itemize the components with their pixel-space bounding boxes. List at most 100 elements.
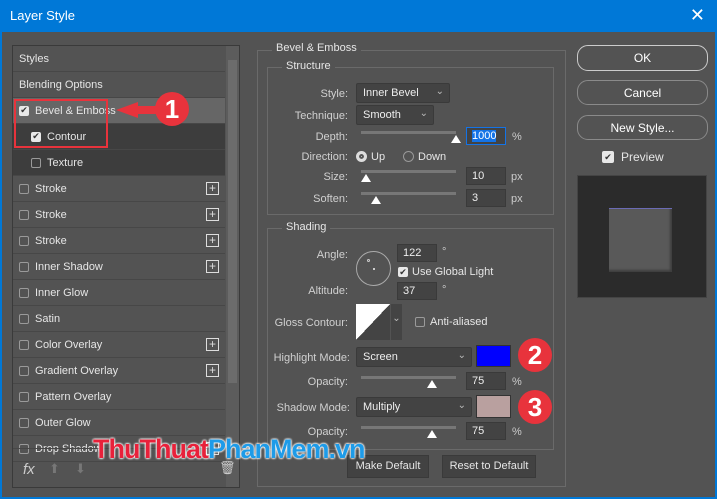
technique-select[interactable]: Smooth ⌄ (356, 105, 434, 125)
styles-list-item-label: Pattern Overlay (35, 390, 112, 403)
fx-button[interactable]: fx (23, 461, 35, 478)
close-icon[interactable]: ✕ (690, 5, 705, 26)
styles-list-item[interactable]: Texture (13, 150, 225, 176)
scrollbar-thumb[interactable] (228, 60, 237, 383)
styles-list-item[interactable]: Inner Shadow + (13, 254, 225, 280)
checkbox[interactable] (19, 417, 29, 428)
soften-label: Soften: (313, 193, 348, 205)
preview-canvas (577, 175, 707, 298)
styles-list-item[interactable]: Inner Glow (13, 280, 225, 306)
styles-list-item[interactable]: Outer Glow (13, 410, 225, 436)
styles-list-item[interactable]: Gradient Overlay + (13, 358, 225, 384)
plus-icon[interactable]: + (206, 208, 219, 221)
plus-icon[interactable]: + (206, 182, 219, 195)
checkbox[interactable] (19, 261, 29, 272)
styles-list-item[interactable]: Satin (13, 306, 225, 332)
depth-label: Depth: (315, 131, 348, 143)
highlight-color-swatch[interactable] (476, 345, 511, 367)
shadow-opacity-input[interactable]: 75 (466, 422, 506, 440)
altitude-label: Altitude: (308, 285, 348, 297)
title-bar: Layer Style ✕ (0, 0, 717, 32)
checkbox[interactable] (19, 183, 29, 194)
reset-to-default-button[interactable]: Reset to Default (442, 455, 536, 478)
new-style-button[interactable]: New Style... (577, 115, 708, 140)
highlight-opacity-handle[interactable] (427, 380, 438, 388)
preview-checkbox[interactable]: ✔ (602, 151, 614, 163)
move-down-icon[interactable]: ⬇ (75, 461, 86, 477)
checkbox[interactable] (19, 391, 29, 402)
gloss-contour-thumbnail[interactable] (356, 304, 390, 340)
style-select[interactable]: Inner Bevel ⌄ (356, 83, 450, 103)
checkbox[interactable] (19, 339, 29, 350)
styles-list-item[interactable]: Stroke + (13, 228, 225, 254)
styles-list-item[interactable]: Color Overlay + (13, 332, 225, 358)
checkbox[interactable] (19, 287, 29, 298)
anti-aliased-checkbox[interactable] (415, 317, 425, 327)
bevel-emboss-title: Bevel & Emboss (272, 42, 361, 54)
highlight-mode-value: Screen (363, 351, 398, 363)
soften-slider[interactable] (361, 192, 456, 195)
global-light-label: Use Global Light (412, 266, 494, 278)
styles-list-item-label: Gradient Overlay (35, 364, 119, 377)
size-slider-handle[interactable] (360, 174, 371, 182)
dial-center (373, 268, 375, 270)
angle-label: Angle: (316, 249, 348, 261)
move-up-icon[interactable]: ⬆ (49, 461, 60, 477)
shadow-color-swatch[interactable] (476, 395, 511, 418)
soften-input[interactable]: 3 (466, 189, 506, 207)
gloss-contour-label: Gloss Contour: (274, 317, 348, 329)
gloss-contour-chevron-icon[interactable]: ⌄ (391, 304, 402, 340)
styles-list-item[interactable]: Stroke + (13, 176, 225, 202)
technique-value: Smooth (363, 109, 401, 121)
styles-list-item[interactable]: Pattern Overlay (13, 384, 225, 410)
highlight-mode-select[interactable]: Screen ⌄ (356, 347, 472, 367)
styles-list-item-label: Stroke (35, 182, 67, 195)
shadow-opacity-handle[interactable] (427, 430, 438, 438)
checkbox[interactable] (19, 209, 29, 220)
window-title: Layer Style (10, 8, 76, 23)
altitude-unit: ° (442, 284, 447, 296)
annotation-badge-2: 2 (518, 338, 552, 372)
styles-list-item[interactable]: Blending Options (13, 72, 225, 98)
soften-slider-handle[interactable] (371, 196, 382, 204)
plus-icon[interactable]: + (206, 364, 219, 377)
style-value: Inner Bevel (363, 87, 419, 99)
styles-list-item-label: Color Overlay (35, 338, 103, 351)
dial-handle[interactable] (367, 259, 370, 262)
checkbox[interactable] (19, 313, 29, 324)
technique-label: Technique: (294, 110, 348, 122)
cancel-button[interactable]: Cancel (577, 80, 708, 105)
plus-icon[interactable]: + (206, 260, 219, 273)
ok-button[interactable]: OK (577, 45, 708, 71)
depth-slider[interactable] (361, 131, 456, 134)
angle-dial[interactable] (356, 251, 391, 286)
size-slider[interactable] (361, 170, 456, 173)
styles-list-item-label: Outer Glow (35, 416, 91, 429)
highlight-opacity-input[interactable]: 75 (466, 372, 506, 390)
depth-value: 1000 (472, 130, 497, 142)
watermark-part1: ThuThuat (93, 434, 209, 464)
shadow-mode-select[interactable]: Multiply ⌄ (356, 397, 472, 417)
styles-list-item[interactable]: Stroke + (13, 202, 225, 228)
depth-input[interactable]: 1000 (466, 127, 506, 145)
plus-icon[interactable]: + (206, 234, 219, 247)
size-input[interactable]: 10 (466, 167, 506, 185)
direction-up-radio[interactable] (356, 151, 367, 162)
direction-down-radio[interactable] (403, 151, 414, 162)
angle-input[interactable]: 122 (397, 244, 437, 262)
styles-list-item[interactable]: Styles (13, 46, 225, 72)
styles-list-item-label: Styles (19, 52, 49, 65)
checkbox[interactable] (19, 365, 29, 376)
depth-slider-handle[interactable] (451, 135, 461, 143)
global-light-checkbox[interactable]: ✔ (398, 267, 408, 277)
plus-icon[interactable]: + (206, 338, 219, 351)
chevron-down-icon: ⌄ (457, 400, 466, 411)
chevron-down-icon: ⌄ (419, 108, 428, 119)
direction-up-label: Up (371, 151, 386, 163)
shadow-opacity-slider[interactable] (361, 426, 456, 429)
checkbox[interactable] (31, 157, 41, 168)
altitude-input[interactable]: 37 (397, 282, 437, 300)
checkbox[interactable] (19, 235, 29, 246)
altitude-value: 37 (403, 285, 416, 297)
highlight-opacity-slider[interactable] (361, 376, 456, 379)
